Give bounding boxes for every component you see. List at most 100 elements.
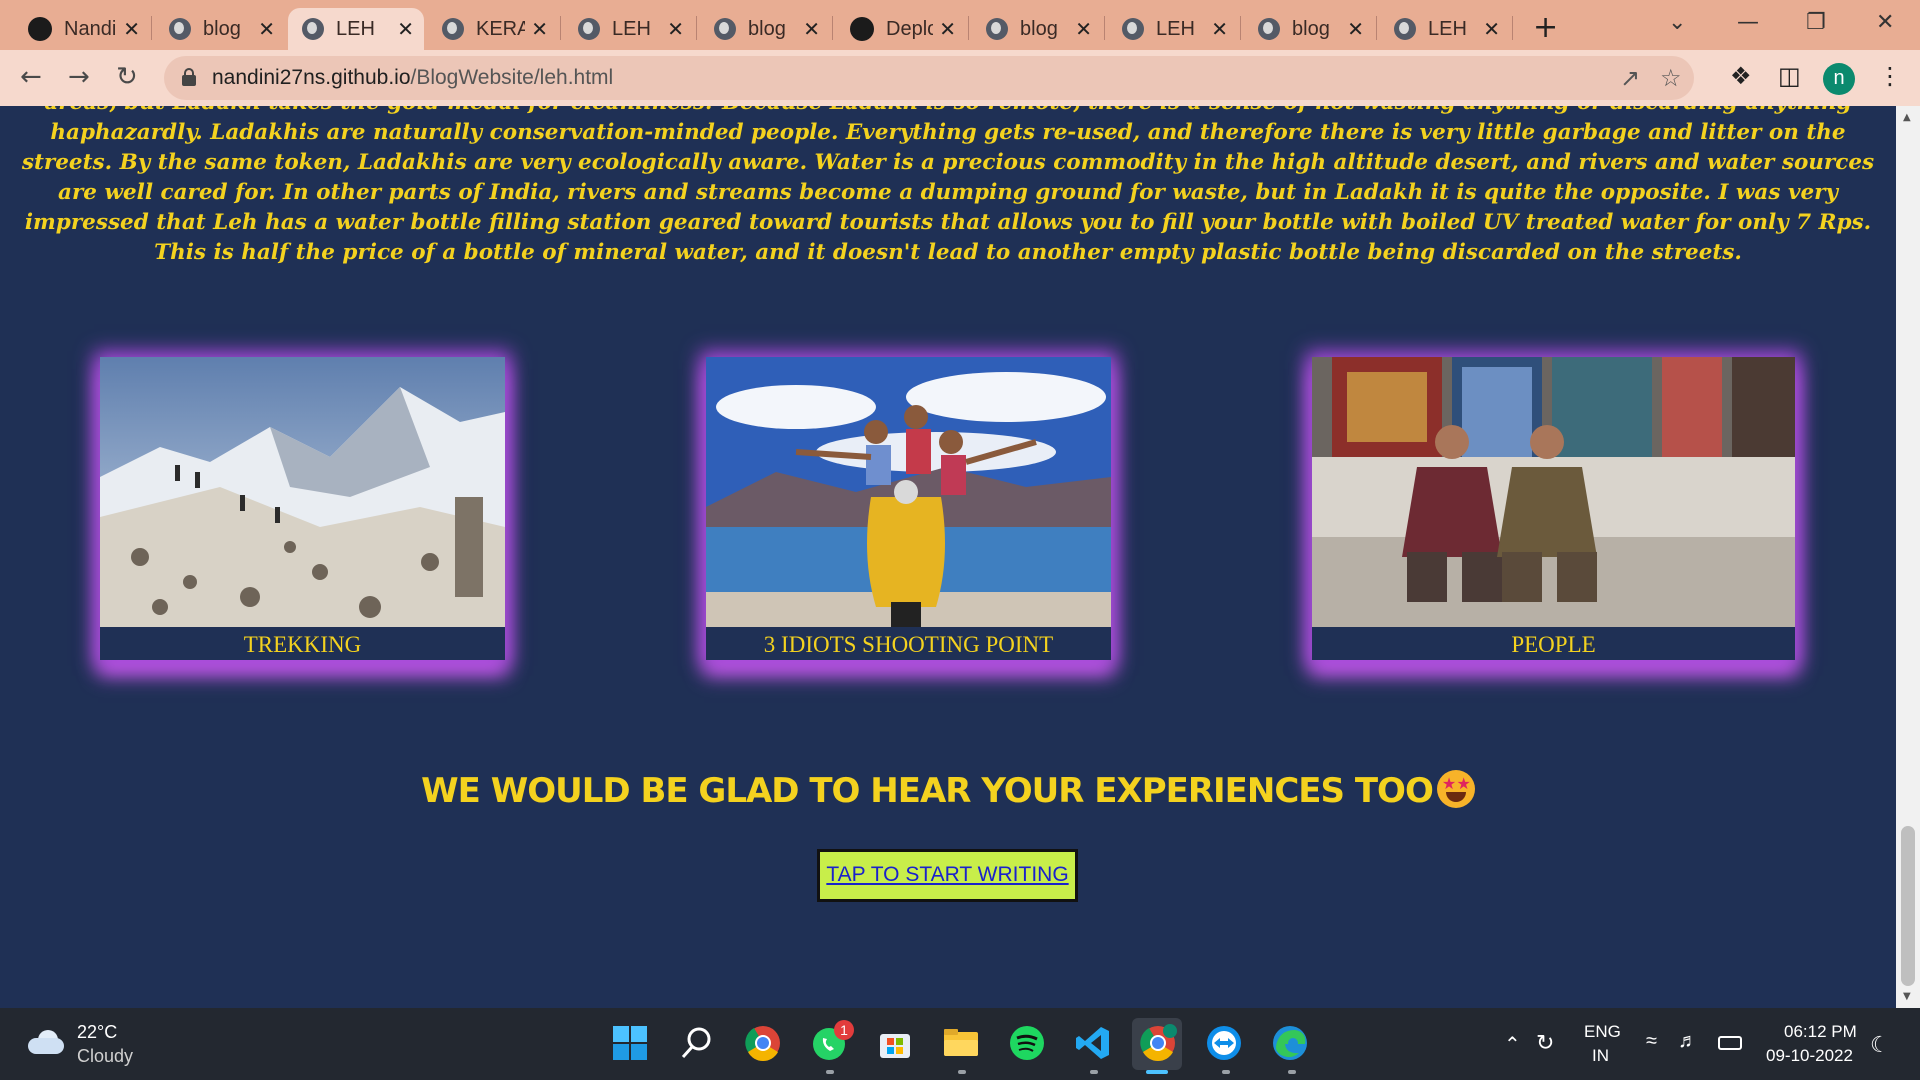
start-writing-button[interactable]: TAP TO START WRITING xyxy=(817,849,1078,902)
star-struck-emoji-icon xyxy=(1436,770,1475,808)
scroll-up-arrow-icon[interactable]: ▲ xyxy=(1903,112,1911,123)
show-hidden-icons-chevron-icon[interactable]: ⌃ xyxy=(1504,1032,1521,1057)
tab-leh[interactable]: LEH ✕ xyxy=(1380,8,1510,50)
tab-leh[interactable]: LEH ✕ xyxy=(1108,8,1238,50)
side-panel-icon[interactable]: ◫ xyxy=(1778,62,1801,90)
close-tab-icon[interactable]: ✕ xyxy=(667,17,684,42)
wifi-icon[interactable]: ≈ xyxy=(1646,1030,1657,1053)
close-tab-icon[interactable]: ✕ xyxy=(939,17,956,42)
tab-title: LEH xyxy=(1428,17,1467,40)
page-viewport: areas, but Ladakh takes the gold medal f… xyxy=(0,106,1896,1008)
github-icon xyxy=(28,17,52,41)
tab-divider xyxy=(151,16,152,40)
windows-start-icon[interactable] xyxy=(611,1024,649,1062)
scooter-photo xyxy=(706,357,1111,627)
restore-icon[interactable]: ❐ xyxy=(1806,10,1826,35)
app-running-indicator xyxy=(826,1070,834,1074)
weather-temperature[interactable]: 22°C xyxy=(77,1022,117,1043)
close-tab-icon[interactable]: ✕ xyxy=(258,17,275,42)
globe-icon xyxy=(714,18,736,40)
url-text[interactable]: nandini27ns.github.io/BlogWebsite/leh.ht… xyxy=(212,66,613,90)
chrome-icon[interactable] xyxy=(744,1024,782,1062)
microsoft-store-icon[interactable] xyxy=(876,1024,914,1062)
battery-icon[interactable] xyxy=(1718,1036,1742,1050)
tab-divider xyxy=(968,16,969,40)
people-photo xyxy=(1312,357,1795,627)
reload-icon[interactable]: ↻ xyxy=(116,62,138,92)
chrome-profile-icon[interactable] xyxy=(1139,1024,1177,1062)
card-3-idiots-shooting-point[interactable]: 3 IDIOTS SHOOTING POINT xyxy=(706,357,1111,660)
tab-title: blog xyxy=(1020,17,1058,40)
card-trekking[interactable]: TREKKING xyxy=(100,357,505,660)
close-tab-icon[interactable]: ✕ xyxy=(1483,17,1500,42)
scrollbar-thumb[interactable] xyxy=(1901,826,1915,986)
input-region[interactable]: IN xyxy=(1592,1046,1609,1066)
clock-date[interactable]: 09-10-2022 xyxy=(1766,1046,1853,1066)
tab-title: LEH xyxy=(612,17,651,40)
back-icon[interactable]: ← xyxy=(20,62,42,92)
sync-icon[interactable]: ↻ xyxy=(1536,1030,1554,1056)
file-explorer-icon[interactable] xyxy=(942,1024,980,1062)
tab-leh-active[interactable]: LEH ✕ xyxy=(288,8,424,50)
article-paragraph: areas, but Ladakh takes the gold medal f… xyxy=(21,106,1875,265)
tab-blog[interactable]: blog ✕ xyxy=(700,8,830,50)
profile-avatar[interactable]: n xyxy=(1823,63,1855,95)
scroll-down-arrow-icon[interactable]: ▼ xyxy=(1903,991,1911,1002)
lock-icon[interactable] xyxy=(182,68,196,86)
tab-divider xyxy=(1104,16,1105,40)
tab-title: Deployments xyxy=(886,17,934,40)
close-tab-icon[interactable]: ✕ xyxy=(531,17,548,42)
tab-title: LEH xyxy=(1156,17,1195,40)
tab-github-deployments[interactable]: Deployments ✕ xyxy=(836,8,966,50)
tab-title: blog xyxy=(748,17,786,40)
close-tab-icon[interactable]: ✕ xyxy=(803,17,820,42)
tab-divider xyxy=(1512,16,1513,40)
volume-icon[interactable]: ♬ xyxy=(1678,1030,1698,1053)
trekking-photo xyxy=(100,357,505,627)
url-host: nandini27ns.github.io xyxy=(212,66,411,89)
globe-icon xyxy=(578,18,600,40)
tab-github-nandini[interactable]: Nandini27ns ✕ xyxy=(14,8,150,50)
tab-blog[interactable]: blog ✕ xyxy=(1244,8,1374,50)
tab-leh[interactable]: LEH ✕ xyxy=(564,8,694,50)
extensions-puzzle-icon[interactable]: ❖ xyxy=(1730,62,1752,90)
cloudy-weather-icon[interactable] xyxy=(28,1030,68,1054)
close-tab-icon[interactable]: ✕ xyxy=(1211,17,1228,42)
input-language[interactable]: ENG xyxy=(1584,1022,1621,1042)
clock-time[interactable]: 06:12 PM xyxy=(1784,1022,1857,1042)
close-tab-icon[interactable]: ✕ xyxy=(123,17,140,42)
tab-title: blog xyxy=(1292,17,1330,40)
globe-icon xyxy=(1258,18,1280,40)
address-bar[interactable]: nandini27ns.github.io/BlogWebsite/leh.ht… xyxy=(164,56,1694,100)
page-scrollbar[interactable]: ▲ ▼ xyxy=(1896,106,1920,1008)
search-icon[interactable] xyxy=(678,1024,716,1062)
close-window-icon[interactable]: ✕ xyxy=(1876,10,1894,35)
tab-search-icon[interactable]: ⌄ xyxy=(1668,10,1686,35)
minimize-icon[interactable]: — xyxy=(1737,10,1759,35)
tab-blog[interactable]: blog ✕ xyxy=(155,8,285,50)
vscode-icon[interactable] xyxy=(1074,1024,1112,1062)
tab-title: LEH xyxy=(336,17,375,40)
tab-divider xyxy=(560,16,561,40)
weather-condition[interactable]: Cloudy xyxy=(77,1046,133,1067)
spotify-icon[interactable] xyxy=(1008,1024,1046,1062)
globe-icon xyxy=(302,18,324,40)
new-tab-button[interactable]: + xyxy=(1533,10,1558,45)
notifications-moon-icon[interactable]: ☾ xyxy=(1870,1032,1890,1058)
close-tab-icon[interactable]: ✕ xyxy=(397,17,414,42)
forward-icon[interactable]: → xyxy=(68,62,90,92)
menu-kebab-icon[interactable]: ⋮ xyxy=(1878,62,1902,90)
close-tab-icon[interactable]: ✕ xyxy=(1347,17,1364,42)
bookmark-star-icon[interactable]: ☆ xyxy=(1660,64,1682,92)
tab-divider xyxy=(696,16,697,40)
tab-divider xyxy=(832,16,833,40)
share-icon[interactable]: ↗ xyxy=(1620,64,1640,92)
tab-blog[interactable]: blog ✕ xyxy=(972,8,1102,50)
app-running-indicator xyxy=(958,1070,966,1074)
card-people[interactable]: PEOPLE xyxy=(1312,357,1795,660)
close-tab-icon[interactable]: ✕ xyxy=(1075,17,1092,42)
app-active-indicator xyxy=(1146,1070,1168,1074)
edge-icon[interactable] xyxy=(1271,1024,1309,1062)
teamviewer-icon[interactable] xyxy=(1205,1024,1243,1062)
tab-kerala[interactable]: KERALA ✕ xyxy=(428,8,558,50)
